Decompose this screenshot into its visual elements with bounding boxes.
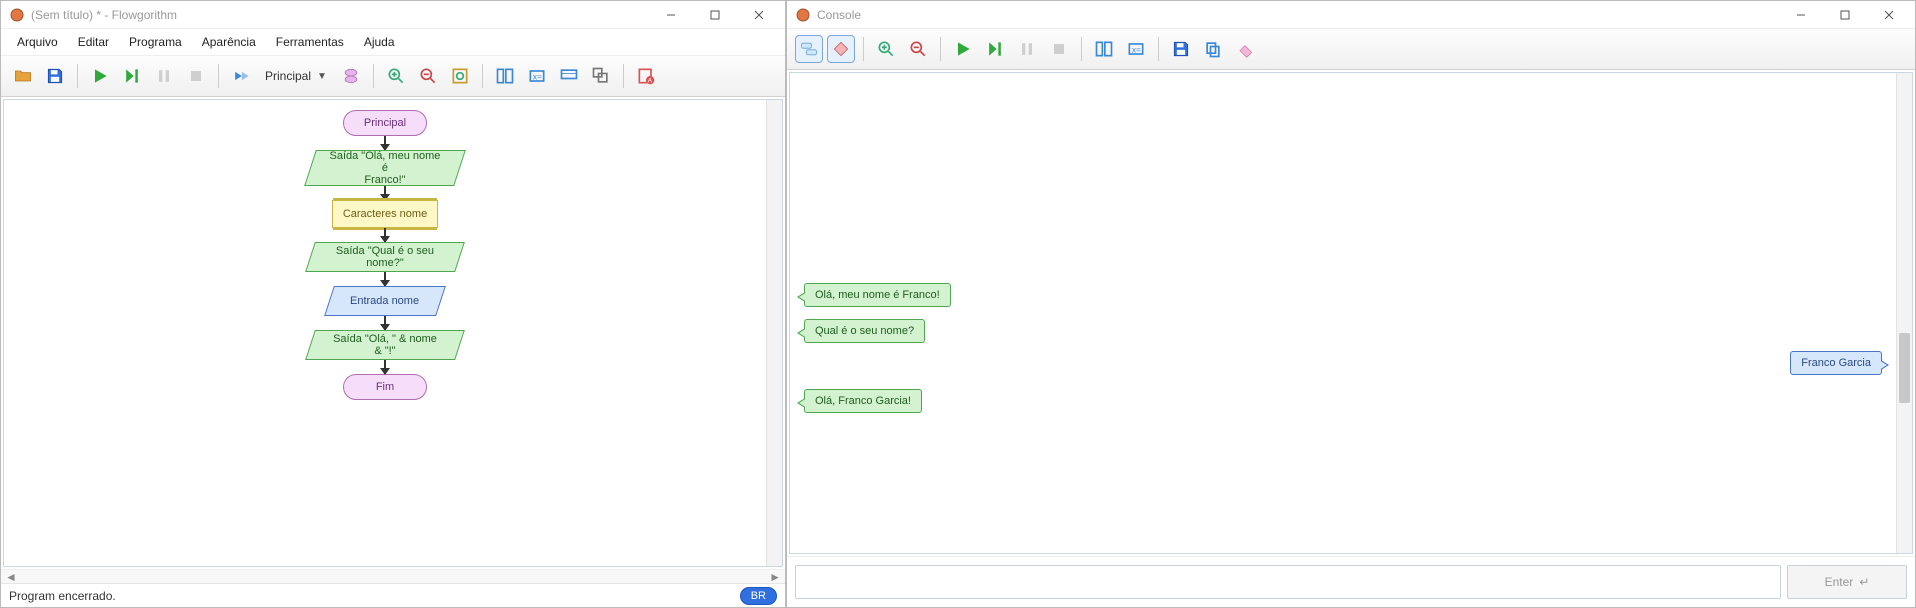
- flowgorithm-window: (Sem título) * - Flowgorithm Arquivo Edi…: [0, 0, 786, 608]
- console-title: Console: [817, 8, 1779, 22]
- stop-button[interactable]: [182, 62, 210, 90]
- speed-button[interactable]: [227, 62, 255, 90]
- flow-start[interactable]: Principal: [343, 110, 427, 136]
- console-vscrollbar[interactable]: [1896, 73, 1912, 553]
- save-button[interactable]: [41, 62, 69, 90]
- console-clear-button[interactable]: [1231, 35, 1259, 63]
- variables-button[interactable]: x=: [523, 62, 551, 90]
- flow-output-3[interactable]: Saída "Olá, " & nome & "!": [305, 330, 465, 360]
- flowchart-canvas[interactable]: Principal Saída "Olá, meu nome éFranco!"…: [4, 100, 766, 566]
- text-mode-button[interactable]: [827, 35, 855, 63]
- open-button[interactable]: [9, 62, 37, 90]
- console-enter-button[interactable]: Enter ↵: [1787, 565, 1907, 599]
- zoom-in-button[interactable]: [382, 62, 410, 90]
- console-layout-button[interactable]: [1090, 35, 1118, 63]
- console-input-row: Enter ↵: [787, 556, 1915, 607]
- run-button[interactable]: [86, 62, 114, 90]
- console-run-button[interactable]: [949, 35, 977, 63]
- status-text: Program encerrado.: [9, 589, 116, 603]
- menu-aparencia[interactable]: Aparência: [192, 31, 266, 53]
- zoom-out-button[interactable]: [414, 62, 442, 90]
- function-dropdown[interactable]: Principal ▼: [259, 62, 333, 90]
- console-msg-out: Olá, meu nome é Franco!: [804, 283, 951, 307]
- svg-text:x=: x=: [1132, 44, 1141, 54]
- pause-button[interactable]: [150, 62, 178, 90]
- menu-arquivo[interactable]: Arquivo: [7, 31, 68, 53]
- menu-programa[interactable]: Programa: [119, 31, 192, 53]
- console-save-button[interactable]: [1167, 35, 1195, 63]
- chevron-down-icon: ▼: [317, 71, 327, 82]
- close-button[interactable]: [1867, 1, 1911, 29]
- console-step-button[interactable]: [981, 35, 1009, 63]
- window-title: (Sem título) * - Flowgorithm: [31, 8, 649, 22]
- canvas-hscrollbar[interactable]: ◄►: [1, 569, 785, 583]
- svg-text:A: A: [648, 78, 653, 85]
- console-variables-button[interactable]: x=: [1122, 35, 1150, 63]
- statusbar: Program encerrado. BR: [1, 583, 785, 607]
- console-copy-button[interactable]: [1199, 35, 1227, 63]
- menubar: Arquivo Editar Programa Aparência Ferram…: [1, 29, 785, 56]
- flow-end[interactable]: Fim: [343, 374, 427, 400]
- dropdown-label: Principal: [265, 69, 311, 83]
- close-button[interactable]: [737, 1, 781, 29]
- app-icon: [9, 7, 25, 23]
- console-input[interactable]: [795, 565, 1781, 599]
- flow-input[interactable]: Entrada nome: [324, 286, 446, 316]
- flow-output-2[interactable]: Saída "Qual é o seu nome?": [305, 242, 465, 272]
- menu-editar[interactable]: Editar: [68, 31, 119, 53]
- main-toolbar: Principal ▼ x= A: [1, 56, 785, 97]
- console-msg-in: Franco Garcia: [1790, 351, 1882, 375]
- console-zoom-out-button[interactable]: [904, 35, 932, 63]
- console-zoom-in-button[interactable]: [872, 35, 900, 63]
- maximize-button[interactable]: [1823, 1, 1867, 29]
- console-msg-out: Olá, Franco Garcia!: [804, 389, 922, 413]
- console-msg-out: Qual é o seu nome?: [804, 319, 925, 343]
- code-viewer-button[interactable]: A: [632, 62, 660, 90]
- minimize-button[interactable]: [1779, 1, 1823, 29]
- locale-badge[interactable]: BR: [740, 587, 777, 605]
- canvas-vscrollbar[interactable]: [766, 100, 782, 566]
- app-icon: [795, 7, 811, 23]
- step-button[interactable]: [118, 62, 146, 90]
- console-window: Console x= Olá, meu nome é Franco! Qual …: [786, 0, 1916, 608]
- console-titlebar: Console: [787, 1, 1915, 29]
- console-button[interactable]: [555, 62, 583, 90]
- console-stop-button[interactable]: [1045, 35, 1073, 63]
- canvas-area: Principal Saída "Olá, meu nome éFranco!"…: [3, 99, 783, 567]
- console-pause-button[interactable]: [1013, 35, 1041, 63]
- console-body: Olá, meu nome é Franco! Qual é o seu nom…: [789, 72, 1913, 554]
- enter-label: Enter: [1825, 575, 1854, 589]
- minimize-button[interactable]: [649, 1, 693, 29]
- return-icon: ↵: [1859, 575, 1869, 589]
- flow-output-1[interactable]: Saída "Olá, meu nome éFranco!": [304, 150, 466, 186]
- bubbles-mode-button[interactable]: [795, 35, 823, 63]
- console-toolbar: x=: [787, 29, 1915, 70]
- svg-text:x=: x=: [533, 71, 542, 81]
- flow-declare[interactable]: Caracteres nome: [332, 200, 438, 228]
- layout-button[interactable]: [491, 62, 519, 90]
- windows-button[interactable]: [587, 62, 615, 90]
- zoom-fit-button[interactable]: [446, 62, 474, 90]
- menu-ferramentas[interactable]: Ferramentas: [266, 31, 354, 53]
- titlebar: (Sem título) * - Flowgorithm: [1, 1, 785, 29]
- menu-ajuda[interactable]: Ajuda: [354, 31, 405, 53]
- console-output[interactable]: Olá, meu nome é Franco! Qual é o seu nom…: [790, 73, 1896, 553]
- maximize-button[interactable]: [693, 1, 737, 29]
- add-function-button[interactable]: [337, 62, 365, 90]
